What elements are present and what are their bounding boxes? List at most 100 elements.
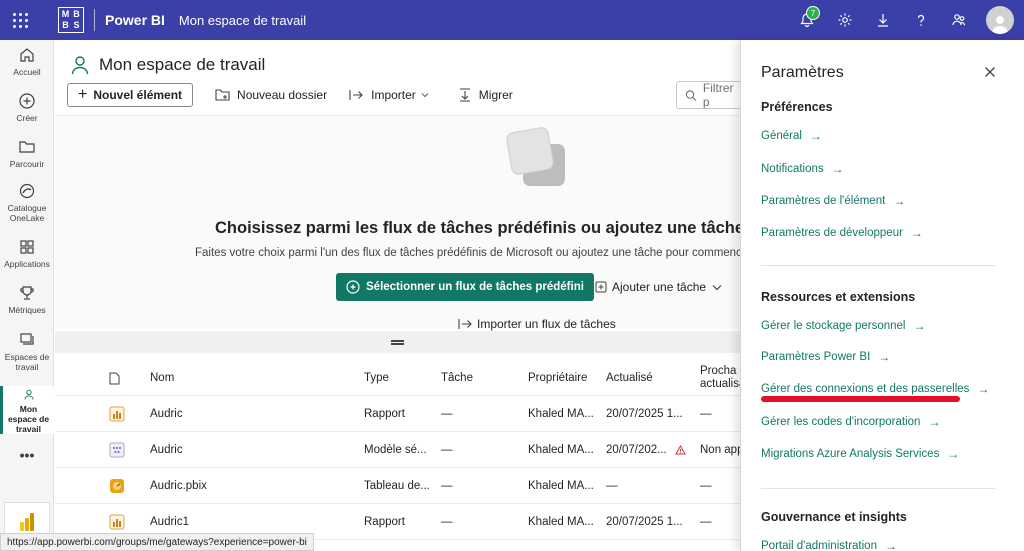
table-header-row: Nom Type Tâche Propriétaire Actualisé Pr… (55, 361, 740, 396)
link-label: Notifications (761, 163, 824, 175)
filter-input[interactable]: Filtrer p (676, 81, 740, 109)
rail-item-metrics[interactable]: Métriques (0, 284, 54, 315)
item-owner: Khaled MA... (528, 515, 594, 528)
logo-letter: M (61, 9, 70, 19)
new-folder-button[interactable]: Nouveau dossier (215, 88, 327, 102)
rail-item-browse[interactable]: Parcourir (0, 138, 54, 169)
migrate-label: Migrer (478, 88, 513, 102)
empty-state-subtitle: Faites votre choix parmi l'un des flux d… (195, 247, 753, 259)
rail-label: Catalogue OneLake (7, 203, 47, 223)
org-logo[interactable]: M B B S (58, 7, 84, 33)
item-settings-link[interactable]: Paramètres de l'élément → (761, 194, 905, 208)
settings-button[interactable] (826, 0, 864, 40)
name-column-header[interactable]: Nom (150, 361, 350, 395)
rail-item-apps[interactable]: Applications (0, 238, 54, 269)
developer-settings-link[interactable]: Paramètres de développeur → (761, 226, 923, 240)
import-button[interactable]: Importer (349, 88, 436, 102)
add-square-icon (595, 281, 607, 293)
task-flow-empty-state: Choisissez parmi les flux de tâches préd… (55, 115, 785, 331)
general-link[interactable]: Général → (761, 129, 822, 143)
import-task-flow-label: Importer un flux de tâches (477, 317, 616, 331)
pane-resize-handle[interactable] (55, 331, 740, 353)
manage-gateways-link[interactable]: Gérer des connexions et des passerelles → (761, 382, 989, 396)
add-task-button[interactable]: Ajouter une tâche (595, 280, 727, 294)
chevron-down-icon (421, 93, 429, 98)
rail-item-my-workspace[interactable]: Mon espace de travail (0, 386, 54, 434)
notifications-link[interactable]: Notifications → (761, 162, 844, 176)
power-bi-settings-link[interactable]: Paramètres Power BI → (761, 350, 890, 364)
link-label: Paramètres de l'élément (761, 195, 886, 207)
item-name[interactable]: Audric (150, 396, 350, 431)
arrow-right-icon: → (831, 162, 844, 176)
import-task-flow-button[interactable]: Importer un flux de tâches (458, 317, 616, 331)
warning-icon[interactable] (675, 432, 686, 467)
azure-migrations-link[interactable]: Migrations Azure Analysis Services → (761, 447, 959, 461)
top-bar: M B B S Power BI Mon espace de travail 7 (0, 0, 1024, 40)
rail-item-onelake[interactable]: Catalogue OneLake (0, 182, 54, 223)
chevron-down-icon (712, 284, 722, 290)
logo-letter: B (62, 20, 69, 30)
close-icon[interactable] (982, 64, 998, 80)
import-icon (349, 90, 363, 100)
task-column-header[interactable]: Tâche (441, 361, 521, 395)
share-feedback-button[interactable] (940, 0, 978, 40)
download-button[interactable] (864, 0, 902, 40)
task-flow-icon (346, 280, 360, 294)
rail-label: Parcourir (9, 159, 45, 169)
type-text-column-header[interactable]: Type (364, 361, 436, 395)
item-task: — (441, 479, 453, 492)
migrate-button[interactable]: Migrer (458, 88, 513, 102)
user-avatar[interactable] (986, 6, 1014, 34)
item-name[interactable]: Audric.pbix (150, 468, 350, 503)
manage-storage-link[interactable]: Gérer le stockage personnel → (761, 319, 925, 333)
item-name[interactable]: Audric (150, 432, 350, 467)
filter-placeholder: Filtrer p (702, 81, 734, 109)
create-icon (19, 93, 35, 109)
link-label: Gérer le stockage personnel (761, 320, 906, 332)
owner-column-header[interactable]: Propriétaire (528, 361, 598, 395)
link-status-bar: https://app.powerbi.com/groups/me/gatewa… (0, 533, 314, 551)
arrow-right-icon: → (947, 447, 960, 461)
next-refresh-column-header[interactable]: Procha actualisa (700, 361, 740, 395)
document-icon (109, 372, 120, 384)
table-row[interactable]: Audric Modèle sé... — Khaled MA... 20/07… (55, 432, 740, 468)
item-type: Modèle sé... (364, 443, 427, 456)
import-label: Importer (371, 88, 416, 102)
link-label: Migrations Azure Analysis Services (761, 448, 940, 460)
embed-codes-link[interactable]: Gérer les codes d'incorporation → (761, 415, 940, 429)
folder-add-icon (215, 89, 230, 101)
arrow-right-icon: → (928, 415, 941, 429)
rail-item-home[interactable]: Accueil (0, 46, 54, 77)
toolbar: + Nouvel élément Nouveau dossier Importe… (67, 83, 513, 107)
person-icon (992, 16, 1008, 34)
item-next-refresh: — (700, 479, 712, 492)
brand-name[interactable]: Power BI (94, 9, 165, 31)
settings-panel: Paramètres Préférences Général → Notifica… (740, 40, 1024, 551)
table-row[interactable]: Audric.pbix Tableau de... — Khaled MA...… (55, 468, 740, 504)
rail-label: Espaces de travail (4, 352, 50, 372)
notifications-badge: 7 (806, 6, 820, 20)
logo-letter: S (73, 20, 80, 30)
rail-more-button[interactable]: ••• (0, 448, 54, 462)
import-icon (458, 319, 472, 329)
workspaces-icon (20, 333, 34, 345)
table-row[interactable]: Audric Rapport — Khaled MA... 20/07/2025… (55, 396, 740, 432)
app-launcher-icon[interactable] (0, 0, 40, 40)
type-column-header[interactable] (109, 361, 129, 395)
rail-item-create[interactable]: Créer (0, 92, 54, 123)
item-task: — (441, 407, 453, 420)
left-navigation-rail: Accueil Créer Parcourir Catalogue OneLak… (0, 40, 54, 551)
select-task-flow-button[interactable]: Sélectionner un flux de tâches prédéfini (336, 273, 594, 301)
item-next-refresh: — (700, 515, 712, 528)
page-title: Mon espace de travail (99, 55, 266, 74)
notifications-button[interactable]: 7 (788, 0, 826, 40)
admin-portal-link[interactable]: Portail d'administration → (761, 539, 897, 551)
item-updated: — (606, 479, 618, 492)
updated-column-header[interactable]: Actualisé (606, 361, 690, 395)
empty-state-title: Choisissez parmi les flux de tâches préd… (215, 219, 786, 237)
new-item-button[interactable]: + Nouvel élément (67, 83, 194, 107)
help-button[interactable] (902, 0, 940, 40)
rail-item-workspaces[interactable]: Espaces de travail (0, 331, 54, 372)
new-folder-label: Nouveau dossier (237, 88, 328, 102)
arrow-right-icon: → (809, 129, 822, 143)
